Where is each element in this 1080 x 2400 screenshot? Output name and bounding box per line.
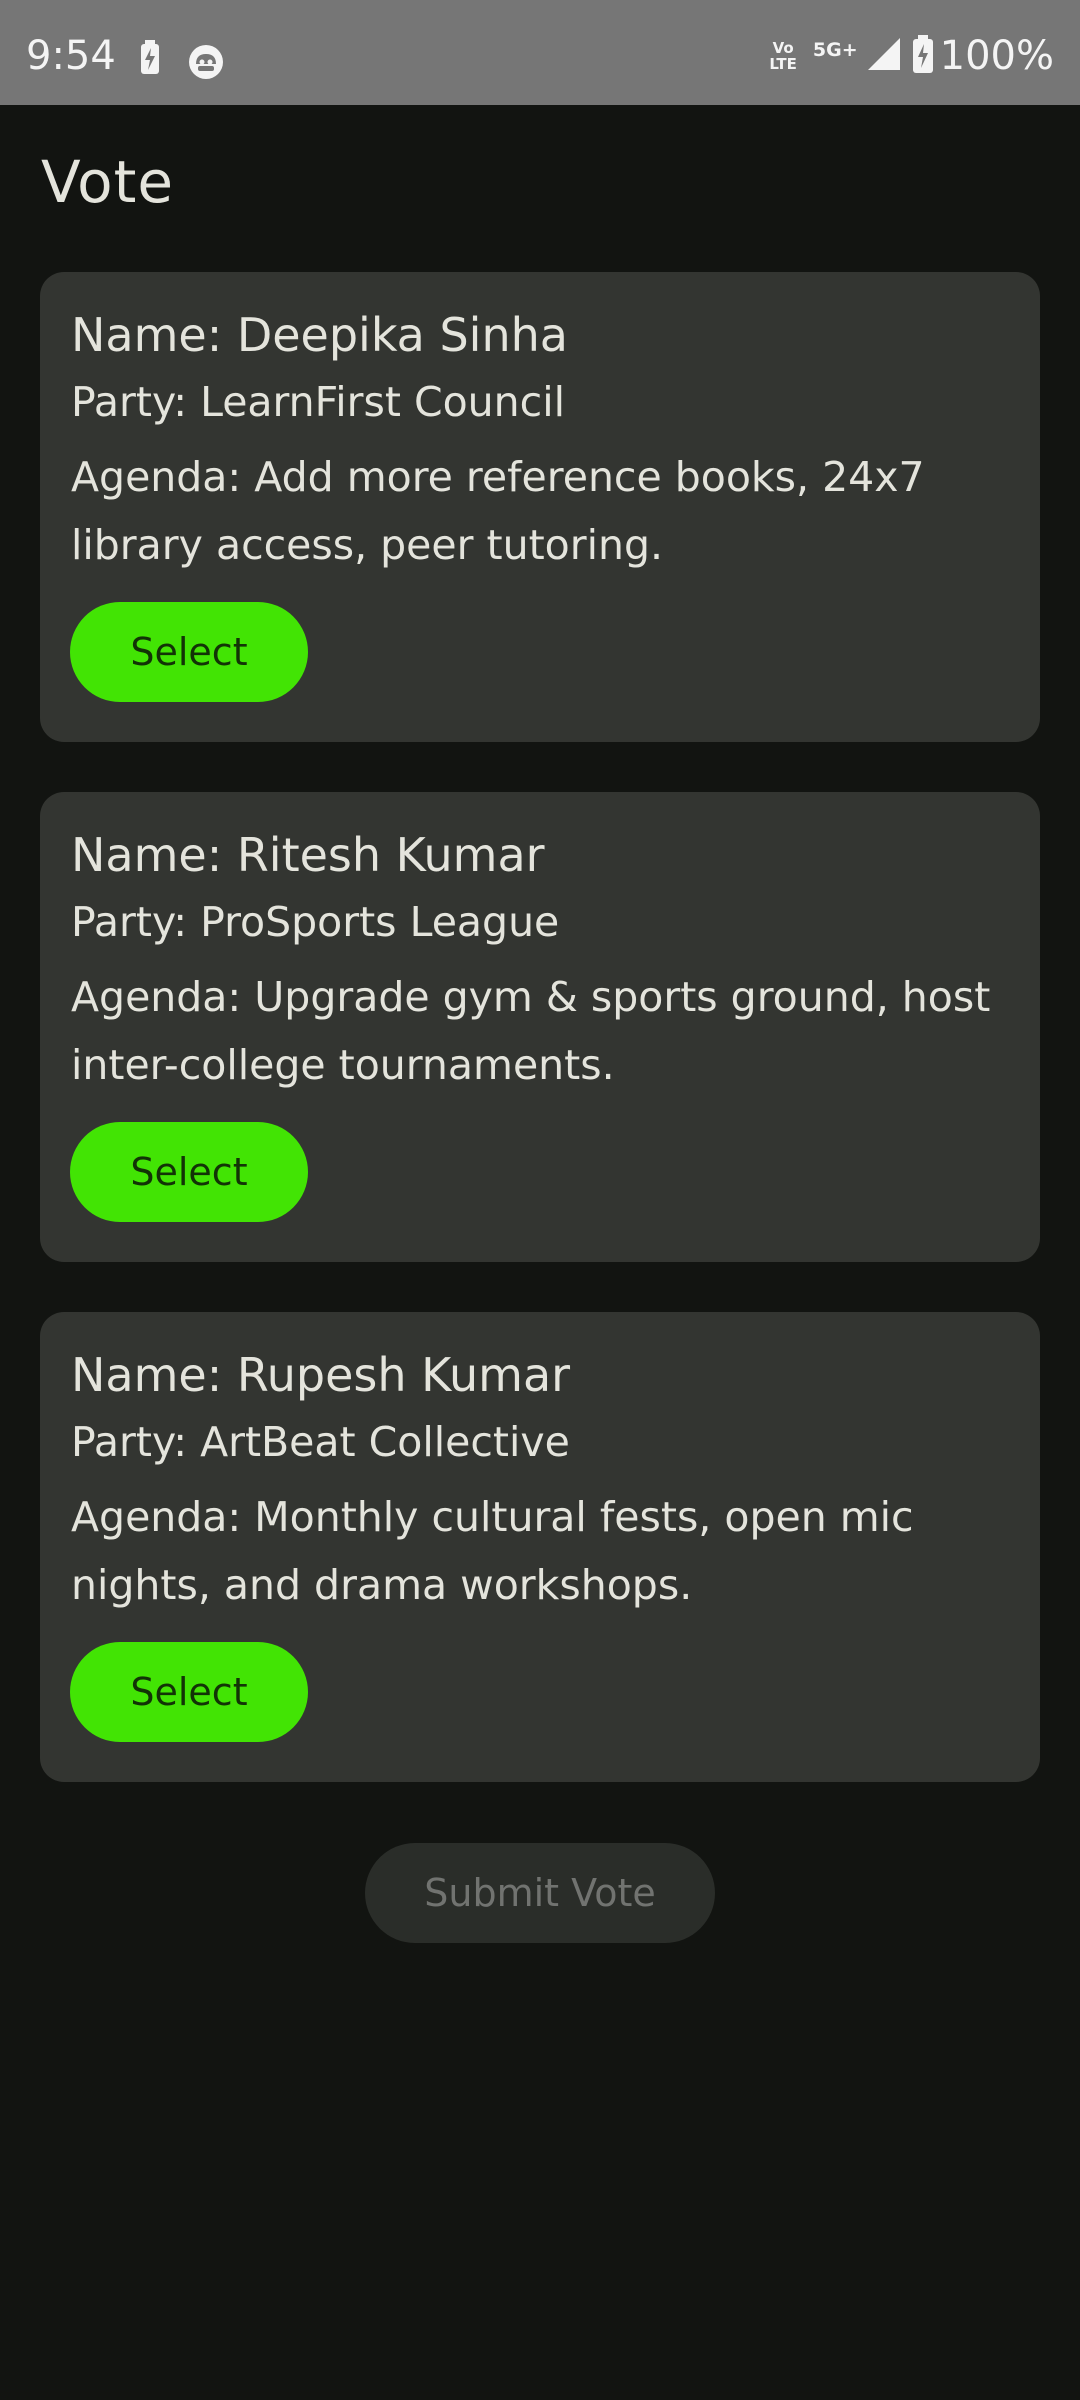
candidate-party: Party: ProSports League bbox=[71, 898, 560, 946]
candidate-agenda: Agenda: Upgrade gym & sports ground, hos… bbox=[71, 973, 991, 1089]
candidate-name: Name: Rupesh Kumar bbox=[71, 1348, 571, 1402]
submit-vote-button[interactable]: Submit Vote bbox=[365, 1843, 715, 1943]
volte-bottom-label: LTE bbox=[769, 55, 797, 73]
select-button[interactable]: Select bbox=[70, 602, 308, 702]
volte-top-label: Vo bbox=[772, 39, 794, 57]
candidate-name: Name: Deepika Sinha bbox=[71, 308, 568, 362]
battery-percent: 100% bbox=[939, 33, 1054, 79]
select-button[interactable]: Select bbox=[70, 1122, 308, 1222]
page-title: Vote bbox=[41, 148, 175, 216]
candidate-card: Name: Deepika Sinha Party: LearnFirst Co… bbox=[40, 272, 1040, 742]
battery-icon bbox=[912, 35, 934, 77]
candidate-party: Party: ArtBeat Collective bbox=[71, 1418, 570, 1466]
volte-indicator: Vo LTE bbox=[769, 40, 797, 72]
status-bar: 9:54 Vo LTE 5G+ 100% bbox=[0, 0, 1080, 105]
status-time: 9:54 bbox=[26, 33, 116, 79]
candidate-name: Name: Ritesh Kumar bbox=[71, 828, 545, 882]
network-type-label: 5G+ bbox=[812, 39, 858, 61]
signal-icon bbox=[866, 36, 902, 76]
candidate-party: Party: LearnFirst Council bbox=[71, 378, 565, 426]
app-notification-icon bbox=[188, 44, 224, 84]
candidate-card: Name: Rupesh Kumar Party: ArtBeat Collec… bbox=[40, 1312, 1040, 1782]
status-right: Vo LTE 5G+ 100% bbox=[769, 34, 1054, 78]
candidate-card: Name: Ritesh Kumar Party: ProSports Leag… bbox=[40, 792, 1040, 1262]
battery-saver-icon bbox=[140, 40, 160, 78]
candidate-agenda: Agenda: Add more reference books, 24x7 l… bbox=[71, 453, 925, 569]
select-button[interactable]: Select bbox=[70, 1642, 308, 1742]
candidate-agenda: Agenda: Monthly cultural fests, open mic… bbox=[71, 1493, 914, 1609]
